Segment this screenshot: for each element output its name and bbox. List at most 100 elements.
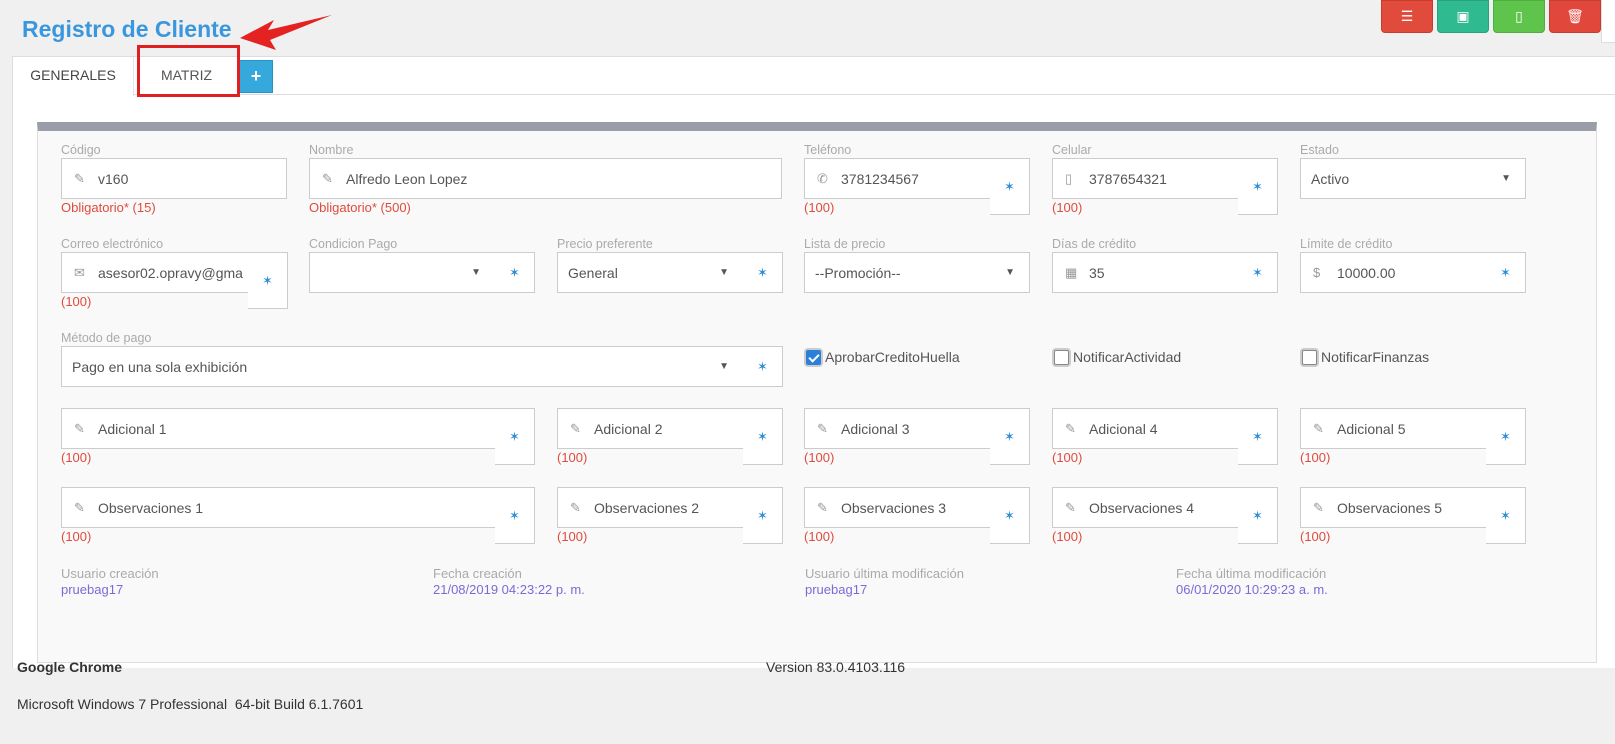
codigo-field[interactable]: ✎ v160 [61,158,287,199]
nombre-hint: Obligatorio* (500) [309,200,411,215]
caret-down-icon: ▼ [471,267,481,278]
magic-wand-icon: ✶ [1252,507,1263,523]
condicion-pago-select[interactable]: ▼ [309,252,496,293]
phone-icon: ✆ [817,170,828,186]
estado-select[interactable]: Activo ▼ [1300,158,1526,199]
page-title: Registro de Cliente [22,16,232,42]
caret-down-icon: ▼ [719,267,729,278]
condicion-pago-wand-button[interactable]: ✶ [495,252,535,293]
adicional-2-field[interactable]: ✎ Adicional 2 [557,408,744,449]
caret-down-icon: ▼ [1501,173,1511,184]
fecha-creacion-label: Fecha creación [433,566,522,581]
list-button[interactable]: ☰ [1381,0,1433,33]
telefono-hint: (100) [804,200,835,215]
limite-credito-label: Límite de crédito [1300,237,1393,251]
telefono-wand-button[interactable]: ✶ [990,158,1030,215]
checkbox-empty-icon [1054,349,1069,365]
magic-wand-icon: ✶ [1252,178,1263,194]
new-document-button[interactable]: ▯ [1493,0,1545,33]
celular-wand-button[interactable]: ✶ [1238,158,1278,215]
edit-icon: ✎ [74,420,85,436]
highlight-box [137,45,240,97]
edit-icon: ✎ [74,499,85,515]
tab-generales[interactable]: GENERALES [13,57,134,96]
magic-wand-icon: ✶ [262,272,273,288]
adicional-5-field[interactable]: ✎ Adicional 5 [1300,408,1487,449]
observaciones-2-field[interactable]: ✎ Observaciones 2 [557,487,744,528]
observaciones-5-hint: (100) [1300,529,1331,544]
codigo-label: Código [61,143,101,157]
adicional-4-wand-button[interactable]: ✶ [1238,408,1278,465]
adicional-5-wand-button[interactable]: ✶ [1486,408,1526,465]
nombre-label: Nombre [309,143,354,157]
limite-credito-wand-button[interactable]: ✶ [1486,252,1526,293]
adicional-3-field[interactable]: ✎ Adicional 3 [804,408,991,449]
nombre-field[interactable]: ✎ Alfredo Leon Lopez [309,158,782,199]
magic-wand-icon: ✶ [1500,428,1511,444]
correo-wand-button[interactable]: ✶ [248,252,288,309]
observaciones-4-wand-button[interactable]: ✶ [1238,487,1278,544]
correo-label: Correo electrónico [61,237,164,251]
adicional-1-hint: (100) [61,450,92,465]
metodo-pago-label: Método de pago [61,331,152,345]
observaciones-4-hint: (100) [1052,529,1083,544]
observaciones-1-hint: (100) [61,529,92,544]
metodo-pago-select[interactable]: Pago en una sola exhibición ▼ [61,346,744,387]
estado-label: Estado [1300,143,1339,157]
condicion-pago-label: Condicion Pago [309,237,398,251]
checkbox-checked-icon [806,349,821,365]
list-icon: ☰ [1400,8,1414,24]
edit-icon: ✎ [322,170,333,186]
adicional-2-wand-button[interactable]: ✶ [743,408,783,465]
usuario-creacion-label: Usuario creación [61,566,159,581]
envelope-icon: ✉ [74,264,85,280]
magic-wand-icon: ✶ [757,264,768,280]
new-document-icon: ▯ [1515,8,1523,24]
correo-hint: (100) [61,294,92,309]
edit-icon: ✎ [570,420,581,436]
precio-preferente-wand-button[interactable]: ✶ [743,252,783,293]
adicional-2-hint: (100) [557,450,588,465]
aprobar-credito-checkbox[interactable]: AprobarCreditoHuella [806,349,960,365]
magic-wand-icon: ✶ [1500,507,1511,523]
dias-credito-wand-button[interactable]: ✶ [1238,252,1278,293]
magic-wand-icon: ✶ [1004,507,1015,523]
observaciones-2-wand-button[interactable]: ✶ [743,487,783,544]
adicional-1-field[interactable]: ✎ Adicional 1 [61,408,496,449]
notificar-finanzas-checkbox[interactable]: NotificarFinanzas [1302,349,1429,365]
edit-icon: ✎ [1065,420,1076,436]
observaciones-3-field[interactable]: ✎ Observaciones 3 [804,487,991,528]
magic-wand-icon: ✶ [1252,428,1263,444]
observaciones-3-hint: (100) [804,529,835,544]
observaciones-5-field[interactable]: ✎ Observaciones 5 [1300,487,1487,528]
magic-wand-icon: ✶ [509,428,520,444]
observaciones-5-wand-button[interactable]: ✶ [1486,487,1526,544]
calendar-icon: ▦ [1065,264,1078,280]
observaciones-4-field[interactable]: ✎ Observaciones 4 [1052,487,1239,528]
magic-wand-icon: ✶ [757,507,768,523]
save-button[interactable]: ▣ [1437,0,1489,33]
correo-field[interactable]: ✉ asesor02.opravy@gma [61,252,249,293]
lista-precio-select[interactable]: --Promoción-- ▼ [804,252,1030,293]
adicional-1-wand-button[interactable]: ✶ [495,408,535,465]
celular-field[interactable]: ▯ 3787654321 [1052,158,1239,199]
magic-wand-icon: ✶ [757,358,768,374]
observaciones-1-field[interactable]: ✎ Observaciones 1 [61,487,496,528]
observaciones-1-wand-button[interactable]: ✶ [495,487,535,544]
metodo-pago-wand-button[interactable]: ✶ [743,346,783,387]
limite-credito-field[interactable]: $10000.00 [1300,252,1487,293]
edit-icon: ✎ [817,420,828,436]
adicional-3-hint: (100) [804,450,835,465]
delete-button[interactable]: 🗑 [1549,0,1601,33]
add-tab-button[interactable]: + [239,60,273,93]
fecha-modificacion-label: Fecha última modificación [1176,566,1327,581]
telefono-field[interactable]: ✆ 3781234567 [804,158,991,199]
adicional-4-field[interactable]: ✎ Adicional 4 [1052,408,1239,449]
dias-credito-field[interactable]: ▦ 35 [1052,252,1239,293]
observaciones-3-wand-button[interactable]: ✶ [990,487,1030,544]
magic-wand-icon: ✶ [1252,264,1263,280]
adicional-3-wand-button[interactable]: ✶ [990,408,1030,465]
precio-preferente-select[interactable]: General ▼ [557,252,744,293]
notificar-actividad-checkbox[interactable]: NotificarActividad [1054,349,1181,365]
edit-icon: ✎ [1313,499,1324,515]
